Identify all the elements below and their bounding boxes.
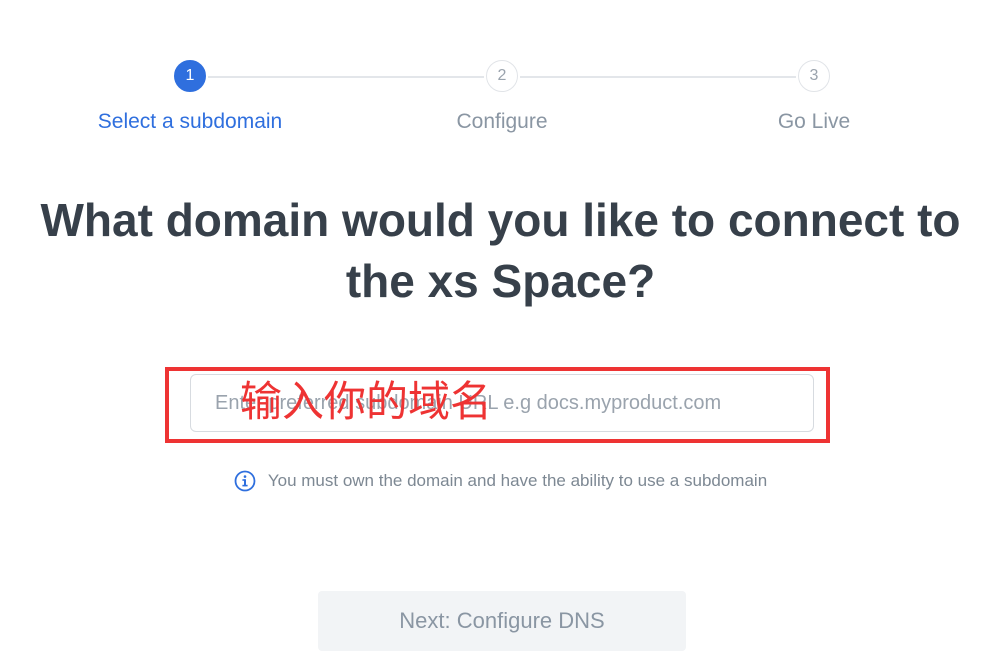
step-2-label[interactable]: Configure (372, 110, 632, 134)
info-circle-icon (234, 470, 256, 492)
next-configure-dns-button[interactable]: Next: Configure DNS (318, 591, 686, 651)
domain-hint: You must own the domain and have the abi… (0, 470, 1001, 492)
step-connector-2-3 (520, 76, 796, 78)
step-1-indicator[interactable]: 1 (174, 60, 206, 92)
step-connector-1-2 (208, 76, 484, 78)
step-2-indicator[interactable]: 2 (486, 60, 518, 92)
step-3-label[interactable]: Go Live (684, 110, 944, 134)
stepper: 1 2 3 Select a subdomain Configure Go Li… (0, 30, 1001, 133)
hint-text: You must own the domain and have the abi… (267, 471, 768, 490)
step-1-label[interactable]: Select a subdomain (60, 110, 320, 134)
annotation-highlight-box (165, 367, 830, 443)
page-title: What domain would you like to connect to… (40, 194, 961, 307)
step-3-indicator[interactable]: 3 (798, 60, 830, 92)
